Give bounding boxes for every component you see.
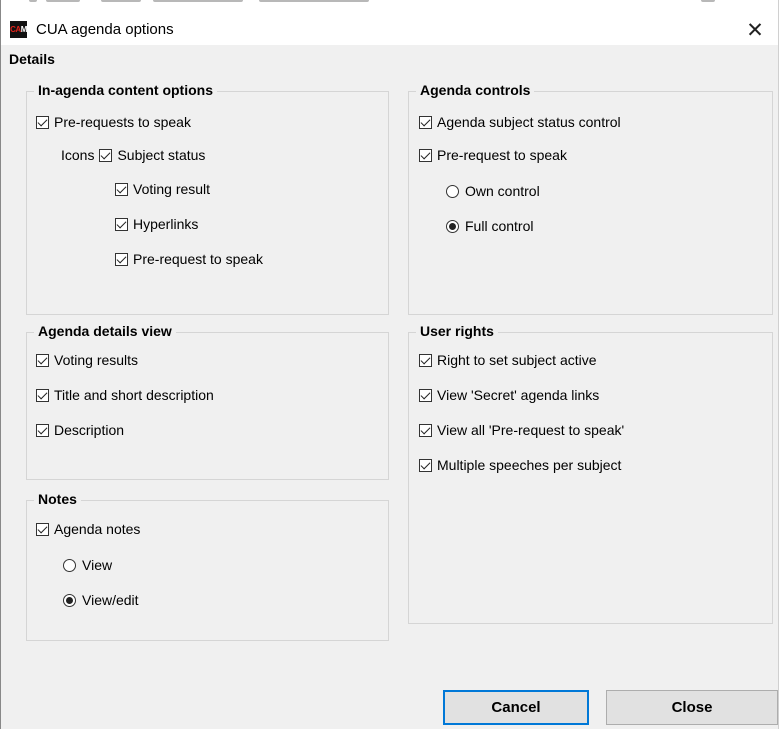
close-window-button[interactable]: ✕: [732, 14, 778, 45]
group-user-rights: User rights: [408, 323, 773, 624]
title-bar: CA M CUA agenda options ✕: [1, 0, 778, 45]
checkbox-icon-voting-result[interactable]: Voting result: [115, 181, 210, 197]
checkbox-box[interactable]: [115, 217, 128, 231]
group-title: Notes: [34, 491, 81, 507]
dialog-window: CA M CUA agenda options ✕ Details In-agen…: [0, 0, 779, 729]
radio-button[interactable]: [446, 219, 459, 233]
group-title: Agenda details view: [34, 323, 176, 339]
checkbox-right-to-set-subject-active[interactable]: Right to set subject active: [419, 352, 597, 368]
checkbox-box[interactable]: [36, 353, 49, 367]
radio-button[interactable]: [63, 558, 76, 572]
checkbox-pre-requests-to-speak[interactable]: Pre-requests to speak: [36, 114, 191, 130]
checkbox-view-secret-agenda-links[interactable]: View 'Secret' agenda links: [419, 387, 599, 403]
checkbox-agenda-notes[interactable]: Agenda notes: [36, 521, 140, 537]
radio-view-edit[interactable]: View/edit: [63, 592, 139, 608]
close-button[interactable]: Close: [606, 690, 778, 725]
checkbox-icon-pre-request-to-speak[interactable]: Pre-request to speak: [115, 251, 263, 267]
checkbox-box[interactable]: [36, 423, 49, 437]
checkbox-title-and-short-description[interactable]: Title and short description: [36, 387, 214, 403]
checkbox-box[interactable]: [36, 388, 49, 402]
group-title: In-agenda content options: [34, 82, 217, 98]
radio-full-control[interactable]: Full control: [446, 218, 533, 234]
checkbox-box[interactable]: [419, 423, 432, 437]
window-title: CUA agenda options: [36, 21, 174, 38]
checkbox-box[interactable]: [36, 522, 49, 536]
checkbox-voting-results[interactable]: Voting results: [36, 352, 138, 368]
checkbox-icon-subject-status[interactable]: Icons Subject status: [61, 147, 205, 163]
icons-label: Icons: [61, 147, 95, 163]
checkbox-description[interactable]: Description: [36, 422, 124, 438]
checkbox-box[interactable]: [115, 182, 128, 196]
checkbox-box[interactable]: [36, 115, 49, 129]
group-title: Agenda controls: [416, 82, 535, 98]
radio-own-control[interactable]: Own control: [446, 183, 540, 199]
background-window-strip: [1, 0, 778, 8]
app-logo-icon: CA M: [10, 21, 27, 38]
checkbox-multiple-speeches-per-subject[interactable]: Multiple speeches per subject: [419, 457, 621, 473]
details-heading: Details: [9, 51, 55, 67]
checkbox-agenda-subject-status-control[interactable]: Agenda subject status control: [419, 114, 621, 130]
checkbox-box[interactable]: [419, 148, 432, 162]
radio-button[interactable]: [446, 184, 459, 198]
group-title: User rights: [416, 323, 498, 339]
close-icon: ✕: [746, 17, 764, 42]
radio-button[interactable]: [63, 593, 76, 607]
checkbox-box[interactable]: [419, 353, 432, 367]
checkbox-box[interactable]: [115, 252, 128, 266]
checkbox-box[interactable]: [419, 388, 432, 402]
checkbox-agenda-pre-request-to-speak[interactable]: Pre-request to speak: [419, 147, 567, 163]
checkbox-view-all-pre-request-to-speak[interactable]: View all 'Pre-request to speak': [419, 422, 624, 438]
cancel-button[interactable]: Cancel: [443, 690, 589, 725]
checkbox-icon-hyperlinks[interactable]: Hyperlinks: [115, 216, 198, 232]
radio-view[interactable]: View: [63, 557, 112, 573]
checkbox-box[interactable]: [99, 148, 113, 162]
checkbox-box[interactable]: [419, 115, 432, 129]
checkbox-box[interactable]: [419, 458, 432, 472]
